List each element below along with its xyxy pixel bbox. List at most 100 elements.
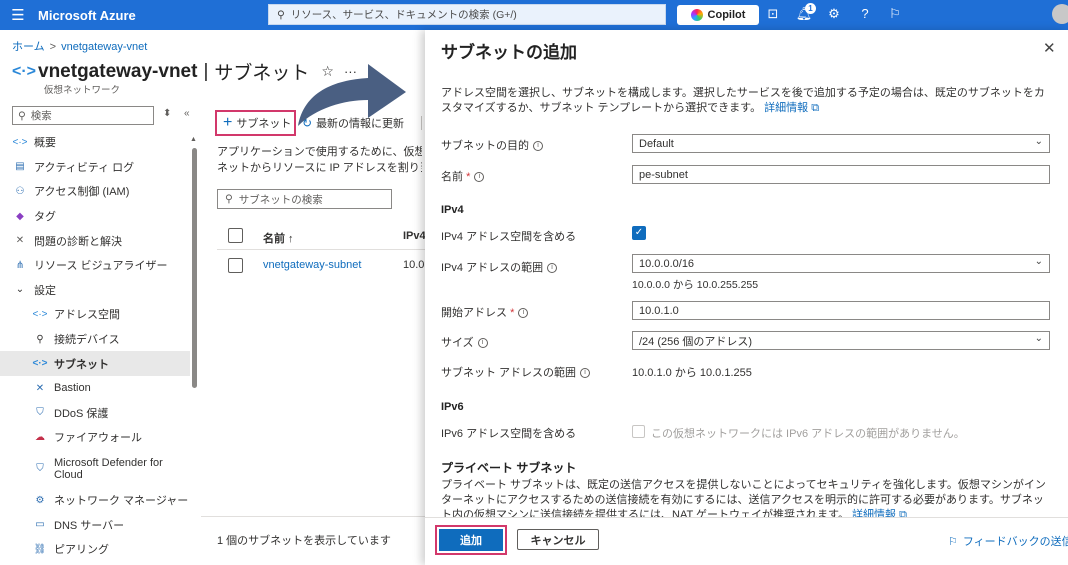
- plug-icon: ⚲: [36, 333, 44, 345]
- size-select[interactable]: /24 (256 個のアドレス) ⌄: [632, 331, 1050, 350]
- sidebar-nav: <·> 概要 ▤ アクティビティ ログ ⚇ アクセス制御 (IAM) ◆ タグ ✕ 問題の…: [0, 130, 190, 562]
- help-icon[interactable]: ?: [856, 6, 874, 21]
- add-button[interactable]: 追加: [439, 529, 503, 551]
- copilot-icon: [690, 9, 703, 21]
- purpose-select[interactable]: Default ⌄: [632, 134, 1050, 153]
- panel-footer: 追加 キャンセル ⚐ フィードバックの送信: [425, 517, 1068, 565]
- subnets-description: アプリケーションで使用するために、仮想ネッ ネットからリソースに IP アドレス…: [217, 146, 422, 174]
- info-icon[interactable]: i: [474, 172, 485, 183]
- subnet-search-input[interactable]: ⚲ サブネットの検索: [217, 189, 392, 209]
- name-input[interactable]: pe-subnet: [632, 165, 1050, 184]
- add-subnet-button[interactable]: + サブネット: [215, 110, 296, 136]
- cancel-button[interactable]: キャンセル: [517, 529, 599, 550]
- feedback-link[interactable]: ⚐ フィードバックの送信: [948, 533, 1068, 549]
- subnet-name-link[interactable]: vnetgateway-subnet: [263, 259, 361, 271]
- ipv4-range-label: IPv4 アドレスの範囲 i: [441, 259, 558, 275]
- breadcrumb-home[interactable]: ホーム: [12, 41, 45, 53]
- ipv4-range-select[interactable]: 10.0.0.0/16 ⌄: [632, 254, 1050, 273]
- add-subnet-panel: サブネットの追加 ✕ アドレス空間を選択し、サブネットを構成します。選択したサー…: [425, 30, 1068, 565]
- sidebar-item-dns[interactable]: ▭ DNS サーバー: [0, 512, 190, 537]
- feedback-icon[interactable]: ⚐: [886, 6, 904, 22]
- avatar[interactable]: [1052, 4, 1068, 24]
- network-manager-icon: ⚙: [35, 494, 45, 506]
- chevron-down-icon: ⌄: [1034, 333, 1043, 344]
- vnet-icon: <·>: [32, 358, 48, 370]
- learn-more-link[interactable]: 詳細情報 ⧉: [764, 102, 819, 114]
- info-icon[interactable]: i: [580, 368, 591, 379]
- menu-icon[interactable]: ☰: [0, 6, 36, 24]
- private-subnet-heading: プライベート サブネット: [441, 461, 577, 475]
- info-icon[interactable]: i: [533, 141, 543, 152]
- info-icon[interactable]: i: [547, 263, 558, 274]
- sidebar-item-peering[interactable]: ⛓ ピアリング: [0, 537, 190, 562]
- annotation-arrow: [298, 64, 406, 126]
- log-icon: ▤: [15, 161, 25, 173]
- collapse-icon[interactable]: «: [184, 108, 190, 119]
- ipv6-section-heading: IPv6: [441, 401, 464, 413]
- sidebar-item-activity-log[interactable]: ▤ アクティビティ ログ: [0, 155, 190, 180]
- info-icon[interactable]: i: [477, 338, 488, 349]
- defender-icon: ⛉: [36, 463, 44, 475]
- sort-icon[interactable]: ⬍: [163, 108, 171, 119]
- sidebar-item-overview[interactable]: <·> 概要: [0, 130, 190, 155]
- sidebar-item-iam[interactable]: ⚇ アクセス制御 (IAM): [0, 179, 190, 204]
- sidebar-item-defender[interactable]: ⛉ Microsoft Defender for Cloud: [0, 450, 190, 488]
- sidebar-item-network-manager[interactable]: ⚙ ネットワーク マネージャー: [0, 488, 190, 513]
- name-label: 名前 * i: [441, 168, 485, 184]
- panel-description: アドレス空間を選択し、サブネットを構成します。選択したサービスを後で追加する予定…: [441, 87, 1045, 114]
- sidebar-item-tags[interactable]: ◆ タグ: [0, 204, 190, 229]
- scroll-up-icon[interactable]: ▲: [190, 136, 197, 143]
- chevron-right-icon: >: [49, 41, 57, 53]
- ipv4-include-label: IPv4 アドレス空間を含める: [441, 231, 577, 243]
- notification-badge: 1: [805, 3, 816, 14]
- chevron-down-icon: ⌄: [1034, 256, 1043, 267]
- external-link-icon: ⧉: [811, 102, 820, 114]
- peering-icon: ⛓: [33, 543, 47, 555]
- select-all-checkbox[interactable]: [228, 228, 243, 243]
- shield-icon: ⛉: [36, 407, 44, 419]
- cloud-shell-icon[interactable]: ⊡: [764, 6, 782, 22]
- search-icon: ⚲: [277, 8, 285, 21]
- people-icon: ⚇: [15, 185, 25, 197]
- ipv6-include-checkbox: [632, 425, 645, 438]
- start-address-label: 開始アドレス * i: [441, 304, 529, 320]
- info-icon[interactable]: i: [518, 308, 529, 319]
- plus-icon: +: [223, 114, 233, 131]
- vnet-icon: <·>: [12, 136, 28, 148]
- sidebar-item-firewall[interactable]: ☁ ファイアウォール: [0, 425, 190, 450]
- panel-title: サブネットの追加: [441, 43, 577, 62]
- copilot-button[interactable]: Copilot: [677, 5, 759, 25]
- chevron-down-icon: ⌄: [1034, 136, 1043, 147]
- sidebar-scrollbar[interactable]: [192, 148, 197, 388]
- row-checkbox[interactable]: [228, 258, 243, 273]
- subnet-count-text: 1 個のサブネットを表示しています: [217, 535, 391, 547]
- gear-icon[interactable]: ⚙: [825, 6, 843, 22]
- sidebar-item-ddos[interactable]: ⛉ DDoS 保護: [0, 401, 190, 426]
- global-search-input[interactable]: ⚲ リソース、サービス、ドキュメントの検索 (G+/): [268, 4, 666, 25]
- sidebar-item-visualizer[interactable]: ⋔ リソース ビジュアライザー: [0, 253, 190, 278]
- ipv6-disabled-text: この仮想ネットワークには IPv6 アドレスの範囲がありません。: [651, 428, 965, 440]
- sidebar-group-settings[interactable]: ⌄ 設定: [0, 278, 190, 303]
- ipv4-include-checkbox[interactable]: ✓: [632, 226, 646, 240]
- hierarchy-icon: ⋔: [15, 259, 25, 271]
- command-divider: [421, 116, 422, 130]
- sidebar-item-address-space[interactable]: <·> アドレス空間: [0, 302, 190, 327]
- feedback-icon: ⚐: [948, 535, 958, 548]
- subnet-range-label: サブネット アドレスの範囲 i: [441, 364, 591, 380]
- sidebar-item-subnets[interactable]: <·> サブネット: [0, 351, 190, 376]
- chevron-down-icon: ⌄: [15, 284, 25, 296]
- resource-type: 仮想ネットワーク: [44, 85, 121, 96]
- column-header-name[interactable]: 名前 ↑: [263, 230, 294, 246]
- close-icon[interactable]: ✕: [1043, 39, 1056, 57]
- brand-label[interactable]: Microsoft Azure: [38, 8, 136, 23]
- nav-search-input[interactable]: ⚲ 検索: [12, 106, 154, 125]
- column-header-ipv4[interactable]: IPv4: [403, 230, 426, 242]
- start-address-input[interactable]: 10.0.1.0: [632, 301, 1050, 320]
- sidebar-item-diagnose[interactable]: ✕ 問題の診断と解決: [0, 228, 190, 253]
- sidebar-item-bastion[interactable]: ✕ Bastion: [0, 376, 190, 401]
- subnet-range-value: 10.0.1.0 から 10.0.1.255: [632, 367, 752, 379]
- breadcrumb-current[interactable]: vnetgateway-vnet: [61, 41, 147, 53]
- title-separator: |: [203, 60, 209, 82]
- search-icon: ⚲: [18, 109, 26, 122]
- sidebar-item-connected-devices[interactable]: ⚲ 接続デバイス: [0, 327, 190, 352]
